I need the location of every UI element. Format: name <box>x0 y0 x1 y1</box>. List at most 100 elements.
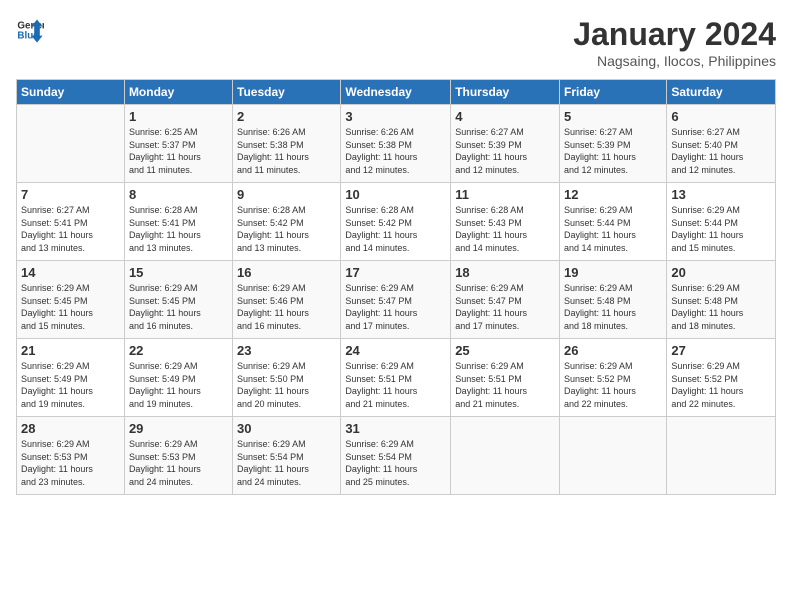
day-number: 11 <box>455 187 555 202</box>
calendar-cell: 20 Sunrise: 6:29 AM Sunset: 5:48 PM Dayli… <box>667 261 776 339</box>
calendar-cell: 19 Sunrise: 6:29 AM Sunset: 5:48 PM Dayli… <box>560 261 667 339</box>
day-info: Sunrise: 6:29 AM Sunset: 5:47 PM Dayligh… <box>345 282 446 332</box>
day-number: 4 <box>455 109 555 124</box>
day-number: 15 <box>129 265 228 280</box>
calendar-cell: 9 Sunrise: 6:28 AM Sunset: 5:42 PM Daylig… <box>233 183 341 261</box>
day-info: Sunrise: 6:29 AM Sunset: 5:45 PM Dayligh… <box>21 282 120 332</box>
calendar-cell: 24 Sunrise: 6:29 AM Sunset: 5:51 PM Dayli… <box>341 339 451 417</box>
calendar-cell: 13Sunrise: 6:29 AM Sunset: 5:44 PM Dayli… <box>667 183 776 261</box>
calendar-cell: 14 Sunrise: 6:29 AM Sunset: 5:45 PM Dayli… <box>17 261 125 339</box>
calendar-cell: 7 Sunrise: 6:27 AM Sunset: 5:41 PM Daylig… <box>17 183 125 261</box>
calendar-week-row: 7 Sunrise: 6:27 AM Sunset: 5:41 PM Daylig… <box>17 183 776 261</box>
calendar-header-row: SundayMondayTuesdayWednesdayThursdayFrid… <box>17 80 776 105</box>
calendar-cell: 28 Sunrise: 6:29 AM Sunset: 5:53 PM Dayli… <box>17 417 125 495</box>
day-info: Sunrise: 6:29 AM Sunset: 5:48 PM Dayligh… <box>671 282 771 332</box>
day-number: 21 <box>21 343 120 358</box>
day-info: Sunrise: 6:29 AM Sunset: 5:50 PM Dayligh… <box>237 360 336 410</box>
calendar-cell: 21 Sunrise: 6:29 AM Sunset: 5:49 PM Dayli… <box>17 339 125 417</box>
calendar-cell: 31 Sunrise: 6:29 AM Sunset: 5:54 PM Dayli… <box>341 417 451 495</box>
calendar-cell: 16Sunrise: 6:29 AM Sunset: 5:46 PM Dayli… <box>233 261 341 339</box>
calendar-cell: 17Sunrise: 6:29 AM Sunset: 5:47 PM Dayli… <box>341 261 451 339</box>
day-info: Sunrise: 6:29 AM Sunset: 5:48 PM Dayligh… <box>564 282 662 332</box>
day-info: Sunrise: 6:29 AM Sunset: 5:52 PM Dayligh… <box>671 360 771 410</box>
day-info: Sunrise: 6:28 AM Sunset: 5:42 PM Dayligh… <box>345 204 446 254</box>
calendar-cell: 8Sunrise: 6:28 AM Sunset: 5:41 PM Daylig… <box>124 183 232 261</box>
location-subtitle: Nagsaing, Ilocos, Philippines <box>573 53 776 69</box>
day-info: Sunrise: 6:29 AM Sunset: 5:54 PM Dayligh… <box>237 438 336 488</box>
logo-icon: General Blue <box>16 16 44 44</box>
day-number: 24 <box>345 343 446 358</box>
day-info: Sunrise: 6:26 AM Sunset: 5:38 PM Dayligh… <box>345 126 446 176</box>
column-header-monday: Monday <box>124 80 232 105</box>
calendar-cell: 12 Sunrise: 6:29 AM Sunset: 5:44 PM Dayli… <box>560 183 667 261</box>
calendar-week-row: 14 Sunrise: 6:29 AM Sunset: 5:45 PM Dayli… <box>17 261 776 339</box>
day-info: Sunrise: 6:29 AM Sunset: 5:52 PM Dayligh… <box>564 360 662 410</box>
day-info: Sunrise: 6:29 AM Sunset: 5:47 PM Dayligh… <box>455 282 555 332</box>
calendar-cell: 3 Sunrise: 6:26 AM Sunset: 5:38 PM Daylig… <box>341 105 451 183</box>
calendar-cell: 11 Sunrise: 6:28 AM Sunset: 5:43 PM Dayli… <box>451 183 560 261</box>
day-number: 19 <box>564 265 662 280</box>
day-number: 26 <box>564 343 662 358</box>
calendar-cell: 26 Sunrise: 6:29 AM Sunset: 5:52 PM Dayli… <box>560 339 667 417</box>
day-number: 2 <box>237 109 336 124</box>
day-info: Sunrise: 6:29 AM Sunset: 5:49 PM Dayligh… <box>129 360 228 410</box>
day-number: 25 <box>455 343 555 358</box>
day-info: Sunrise: 6:27 AM Sunset: 5:39 PM Dayligh… <box>564 126 662 176</box>
calendar-cell <box>560 417 667 495</box>
day-number: 28 <box>21 421 120 436</box>
day-info: Sunrise: 6:29 AM Sunset: 5:44 PM Dayligh… <box>671 204 771 254</box>
calendar-week-row: 1 Sunrise: 6:25 AM Sunset: 5:37 PM Daylig… <box>17 105 776 183</box>
day-number: 3 <box>345 109 446 124</box>
day-number: 10 <box>345 187 446 202</box>
calendar-cell <box>667 417 776 495</box>
day-number: 20 <box>671 265 771 280</box>
calendar-cell: 10 Sunrise: 6:28 AM Sunset: 5:42 PM Dayli… <box>341 183 451 261</box>
day-info: Sunrise: 6:29 AM Sunset: 5:49 PM Dayligh… <box>21 360 120 410</box>
day-info: Sunrise: 6:29 AM Sunset: 5:45 PM Dayligh… <box>129 282 228 332</box>
day-info: Sunrise: 6:29 AM Sunset: 5:51 PM Dayligh… <box>455 360 555 410</box>
day-number: 31 <box>345 421 446 436</box>
day-number: 6 <box>671 109 771 124</box>
calendar-header: General Blue January 2024 Nagsaing, Iloc… <box>16 16 776 69</box>
calendar-cell: 6Sunrise: 6:27 AM Sunset: 5:40 PM Daylig… <box>667 105 776 183</box>
calendar-cell: 30Sunrise: 6:29 AM Sunset: 5:54 PM Dayli… <box>233 417 341 495</box>
day-number: 1 <box>129 109 228 124</box>
day-number: 27 <box>671 343 771 358</box>
day-info: Sunrise: 6:29 AM Sunset: 5:53 PM Dayligh… <box>129 438 228 488</box>
day-info: Sunrise: 6:29 AM Sunset: 5:44 PM Dayligh… <box>564 204 662 254</box>
column-header-saturday: Saturday <box>667 80 776 105</box>
day-info: Sunrise: 6:28 AM Sunset: 5:43 PM Dayligh… <box>455 204 555 254</box>
calendar-week-row: 28 Sunrise: 6:29 AM Sunset: 5:53 PM Dayli… <box>17 417 776 495</box>
month-title: January 2024 <box>573 16 776 53</box>
day-number: 7 <box>21 187 120 202</box>
calendar-cell: 4 Sunrise: 6:27 AM Sunset: 5:39 PM Daylig… <box>451 105 560 183</box>
day-number: 12 <box>564 187 662 202</box>
calendar-cell: 29 Sunrise: 6:29 AM Sunset: 5:53 PM Dayli… <box>124 417 232 495</box>
day-info: Sunrise: 6:27 AM Sunset: 5:39 PM Dayligh… <box>455 126 555 176</box>
day-number: 18 <box>455 265 555 280</box>
day-number: 9 <box>237 187 336 202</box>
day-number: 16 <box>237 265 336 280</box>
calendar-cell: 2Sunrise: 6:26 AM Sunset: 5:38 PM Daylig… <box>233 105 341 183</box>
column-header-sunday: Sunday <box>17 80 125 105</box>
day-number: 14 <box>21 265 120 280</box>
day-info: Sunrise: 6:28 AM Sunset: 5:42 PM Dayligh… <box>237 204 336 254</box>
day-info: Sunrise: 6:25 AM Sunset: 5:37 PM Dayligh… <box>129 126 228 176</box>
day-info: Sunrise: 6:29 AM Sunset: 5:53 PM Dayligh… <box>21 438 120 488</box>
calendar-cell <box>451 417 560 495</box>
day-info: Sunrise: 6:29 AM Sunset: 5:51 PM Dayligh… <box>345 360 446 410</box>
column-header-wednesday: Wednesday <box>341 80 451 105</box>
calendar-table: SundayMondayTuesdayWednesdayThursdayFrid… <box>16 79 776 495</box>
day-number: 29 <box>129 421 228 436</box>
calendar-cell: 18 Sunrise: 6:29 AM Sunset: 5:47 PM Dayli… <box>451 261 560 339</box>
day-info: Sunrise: 6:27 AM Sunset: 5:41 PM Dayligh… <box>21 204 120 254</box>
calendar-week-row: 21 Sunrise: 6:29 AM Sunset: 5:49 PM Dayli… <box>17 339 776 417</box>
day-info: Sunrise: 6:29 AM Sunset: 5:54 PM Dayligh… <box>345 438 446 488</box>
calendar-cell: 22Sunrise: 6:29 AM Sunset: 5:49 PM Dayli… <box>124 339 232 417</box>
column-header-friday: Friday <box>560 80 667 105</box>
day-number: 8 <box>129 187 228 202</box>
title-block: January 2024 Nagsaing, Ilocos, Philippin… <box>573 16 776 69</box>
column-header-thursday: Thursday <box>451 80 560 105</box>
calendar-cell: 23Sunrise: 6:29 AM Sunset: 5:50 PM Dayli… <box>233 339 341 417</box>
logo: General Blue <box>16 16 44 44</box>
